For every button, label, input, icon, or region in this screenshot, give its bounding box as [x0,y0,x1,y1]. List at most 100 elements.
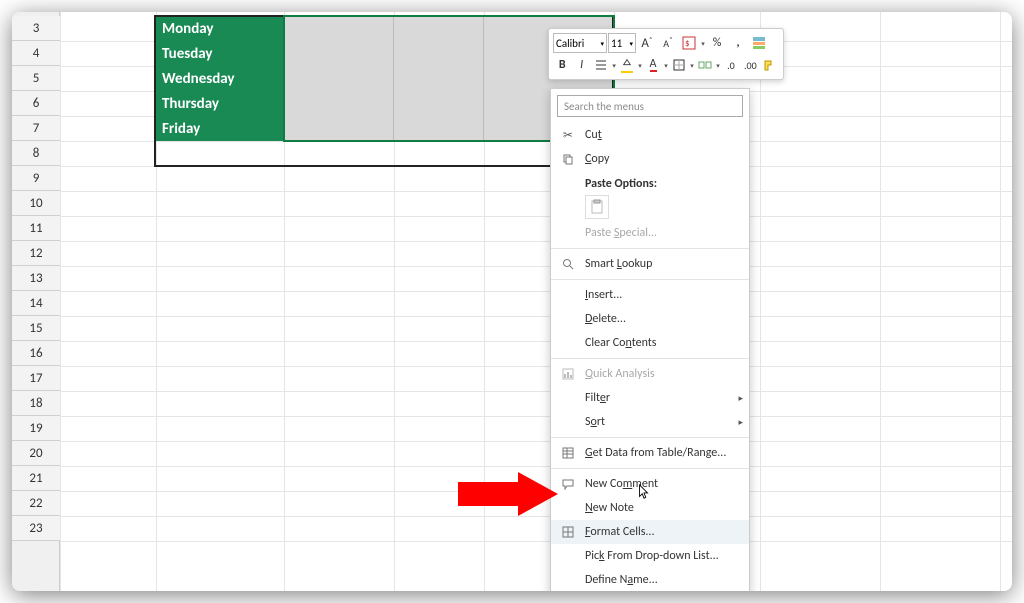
font-select[interactable]: Calibri▾ [553,33,607,53]
font-color-button[interactable]: A [644,55,662,75]
selected-cell[interactable] [394,41,484,66]
menu-format-cells[interactable]: Format Cells... [551,520,749,544]
row-header-4[interactable]: 4 [12,41,60,66]
conditional-format-button[interactable] [749,33,769,53]
scissors-icon: ✂ [559,127,577,143]
copy-icon [559,151,577,167]
selected-cell[interactable] [394,116,484,141]
row-header-6[interactable]: 6 [12,91,60,116]
selected-cell[interactable] [394,91,484,116]
menu-new-note[interactable]: New Note [551,496,749,520]
menu-new-comment-label: New Comment [585,477,658,491]
selected-cell[interactable] [394,16,484,41]
fill-color-button[interactable] [618,55,636,75]
comma-style-button[interactable]: , [728,33,748,53]
increase-decimal-button[interactable]: .00 [741,55,759,75]
menu-smart-lookup[interactable]: Smart Lookup [551,252,749,276]
accounting-format-button[interactable]: $ [679,33,699,53]
row-header-21[interactable]: 21 [12,466,60,491]
table-icon [559,445,577,461]
selected-cell[interactable] [284,66,394,91]
menu-clear-contents[interactable]: Clear Contents [551,331,749,355]
row-header-19[interactable]: 19 [12,416,60,441]
borders-button[interactable] [670,55,688,75]
font-size-select[interactable]: 11▾ [608,33,636,53]
row-header-column: 34567891011121314151617181920212223 [12,12,60,591]
menu-cut-label: Cut [585,128,602,142]
percent-button[interactable]: % [707,33,727,53]
menu-cut[interactable]: ✂ Cut [551,123,749,147]
menu-delete-label: Delete... [585,312,626,326]
menu-paste-special: Paste Special... [551,221,749,245]
row-header-14[interactable]: 14 [12,291,60,316]
day-cell-tuesday[interactable]: Tuesday [156,41,284,66]
menu-filter-label: Filter [585,391,610,405]
menu-insert-label: Insert... [585,288,622,302]
menu-pick-list-label: Pick From Drop-down List... [585,549,719,563]
format-cells-icon [559,524,577,540]
row-header-7[interactable]: 7 [12,116,60,141]
row-header-23[interactable]: 23 [12,516,60,541]
menu-delete[interactable]: Delete... [551,307,749,331]
menu-new-note-label: New Note [585,501,634,515]
row-header-10[interactable]: 10 [12,191,60,216]
merge-button[interactable] [696,55,714,75]
row-header-18[interactable]: 18 [12,391,60,416]
menu-paste-special-label: Paste Special... [585,226,657,240]
menu-quick-analysis: Quick Analysis [551,362,749,386]
menu-filter[interactable]: Filter ▸ [551,386,749,410]
menu-quick-analysis-label: Quick Analysis [585,367,655,381]
menu-sort-label: Sort [585,415,605,429]
cell-area[interactable]: MondayTuesdayWednesdayThursdayFriday [60,12,1012,591]
menu-new-comment[interactable]: New Comment [551,472,749,496]
row-header-20[interactable]: 20 [12,441,60,466]
row-header-12[interactable]: 12 [12,241,60,266]
submenu-arrow-icon: ▸ [738,417,743,428]
menu-insert[interactable]: Insert... [551,283,749,307]
menu-get-data-label: Get Data from Table/Range... [585,446,726,460]
row-header-5[interactable]: 5 [12,66,60,91]
row-header-11[interactable]: 11 [12,216,60,241]
italic-button[interactable]: I [572,55,590,75]
menu-search-input[interactable]: Search the menus [557,95,743,117]
mini-toolbar: Calibri▾ 11▾ A˄ A˅ $ ▾ % , B I ▾ ▾ A [548,28,784,80]
menu-copy[interactable]: Copy [551,147,749,171]
font-name: Calibri [556,37,584,50]
row-header-9[interactable]: 9 [12,166,60,191]
row-header-13[interactable]: 13 [12,266,60,291]
menu-pick-from-list[interactable]: Pick From Drop-down List... [551,544,749,568]
menu-smart-lookup-label: Smart Lookup [585,257,652,271]
menu-get-data[interactable]: Get Data from Table/Range... [551,441,749,465]
row-header-15[interactable]: 15 [12,316,60,341]
row-header-16[interactable]: 16 [12,341,60,366]
paste-button[interactable] [585,195,609,219]
row-header-17[interactable]: 17 [12,366,60,391]
decrease-font-button[interactable]: A˅ [658,33,678,53]
menu-sort[interactable]: Sort ▸ [551,410,749,434]
day-cell-wednesday[interactable]: Wednesday [156,66,284,91]
selected-cell[interactable] [284,91,394,116]
context-menu: Search the menus ✂ Cut Copy Paste Option… [550,88,750,591]
font-color-label: A [650,59,657,72]
day-cell-monday[interactable]: Monday [156,16,284,41]
align-button[interactable] [592,55,610,75]
svg-text:$: $ [685,38,690,49]
menu-clear-contents-label: Clear Contents [585,336,656,350]
bold-button[interactable]: B [553,55,571,75]
selected-cell[interactable] [394,66,484,91]
spreadsheet-grid[interactable]: 34567891011121314151617181920212223 Mond… [12,12,1012,591]
day-cell-friday[interactable]: Friday [156,116,284,141]
menu-define-name[interactable]: Define Name... [551,568,749,591]
decrease-decimal-button[interactable]: .0 [722,55,740,75]
paste-options-header: Paste Options: [551,171,749,193]
search-icon [559,256,577,272]
row-header-3[interactable]: 3 [12,16,60,41]
row-header-22[interactable]: 22 [12,491,60,516]
selected-cell[interactable] [284,16,394,41]
selected-cell[interactable] [284,41,394,66]
day-cell-thursday[interactable]: Thursday [156,91,284,116]
selected-cell[interactable] [284,116,394,141]
format-painter-button[interactable] [761,55,779,75]
increase-font-button[interactable]: A˄ [637,33,657,53]
row-header-8[interactable]: 8 [12,141,60,166]
